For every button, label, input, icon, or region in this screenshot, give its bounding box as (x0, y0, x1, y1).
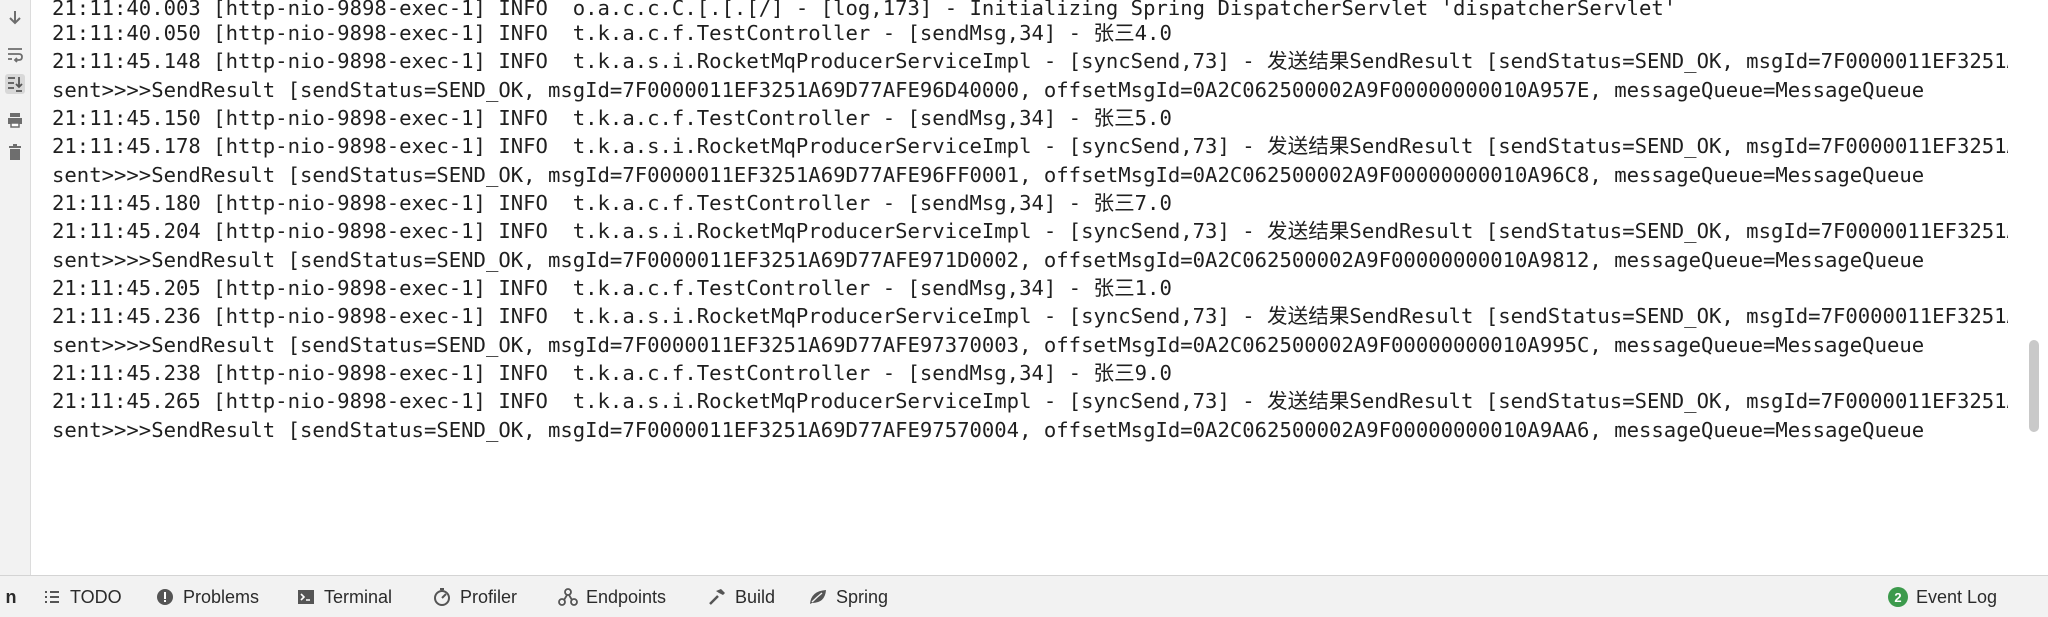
log-line: sent>>>>SendResult [sendStatus=SEND_OK, … (52, 78, 1925, 102)
log-line: sent>>>>SendResult [sendStatus=SEND_OK, … (52, 163, 1925, 187)
run-tab-label[interactable]: n (0, 576, 22, 617)
tab-spring[interactable]: Spring (808, 576, 888, 617)
tab-label: Endpoints (586, 586, 667, 607)
log-line: 21:11:45.238 [http-nio-9898-exec-1] INFO… (52, 361, 1172, 385)
vertical-scrollbar[interactable] (2018, 0, 2048, 575)
log-line: 21:11:45.178 [http-nio-9898-exec-1] INFO… (52, 134, 2008, 158)
log-line: 21:11:45.150 [http-nio-9898-exec-1] INFO… (52, 106, 1172, 130)
tab-terminal[interactable]: Terminal (296, 576, 392, 617)
tab-label: TODO (70, 586, 122, 607)
profiler-icon (432, 587, 452, 607)
print-icon[interactable] (5, 110, 25, 130)
log-line: 21:11:45.205 [http-nio-9898-exec-1] INFO… (52, 276, 1172, 300)
tab-profiler[interactable]: Profiler (432, 576, 517, 617)
tab-label: Spring (836, 586, 889, 607)
log-line: sent>>>>SendResult [sendStatus=SEND_OK, … (52, 333, 1925, 357)
tab-build[interactable]: Build (707, 576, 775, 617)
log-line: 21:11:45.265 [http-nio-9898-exec-1] INFO… (52, 389, 2008, 413)
build-hammer-icon (707, 587, 727, 607)
tab-label: Build (735, 586, 776, 607)
tab-problems[interactable]: Problems (155, 576, 259, 617)
todo-list-icon (42, 587, 62, 607)
tab-label: Profiler (460, 586, 518, 607)
tab-label: Problems (183, 586, 260, 607)
log-line: 21:11:45.148 [http-nio-9898-exec-1] INFO… (52, 49, 2008, 73)
tab-endpoints[interactable]: Endpoints (558, 576, 666, 617)
log-line: 21:11:45.180 [http-nio-9898-exec-1] INFO… (52, 191, 1172, 215)
tab-label: Terminal (324, 586, 393, 607)
spring-leaf-icon (808, 587, 828, 607)
event-log-count-badge: 2 (1888, 587, 1908, 607)
terminal-icon (296, 587, 316, 607)
log-line: 21:11:40.050 [http-nio-9898-exec-1] INFO… (52, 21, 1172, 45)
log-line: 21:11:45.236 [http-nio-9898-exec-1] INFO… (52, 304, 2008, 328)
scroll-to-end-icon[interactable] (5, 74, 25, 94)
console-output[interactable]: 21:11:40.003 [http-nio-9898-exec-1] INFO… (38, 0, 2008, 575)
tool-window-bar: n TODO Problems Terminal Profiler Endpoi… (0, 575, 2048, 617)
console-toolbar (0, 0, 31, 575)
trash-icon[interactable] (5, 142, 25, 162)
log-line: sent>>>>SendResult [sendStatus=SEND_OK, … (52, 418, 1925, 442)
log-line: sent>>>>SendResult [sendStatus=SEND_OK, … (52, 248, 1925, 272)
endpoints-icon (558, 587, 578, 607)
scroll-down-icon[interactable] (5, 8, 25, 28)
scrollbar-thumb[interactable] (2029, 340, 2039, 432)
event-log-label: Event Log (1916, 586, 1998, 607)
tab-todo[interactable]: TODO (42, 576, 122, 617)
log-line: 21:11:45.204 [http-nio-9898-exec-1] INFO… (52, 219, 2008, 243)
event-log-button[interactable]: 2 Event Log (1888, 576, 1997, 617)
soft-wrap-icon[interactable] (5, 44, 25, 64)
problems-icon (155, 587, 175, 607)
